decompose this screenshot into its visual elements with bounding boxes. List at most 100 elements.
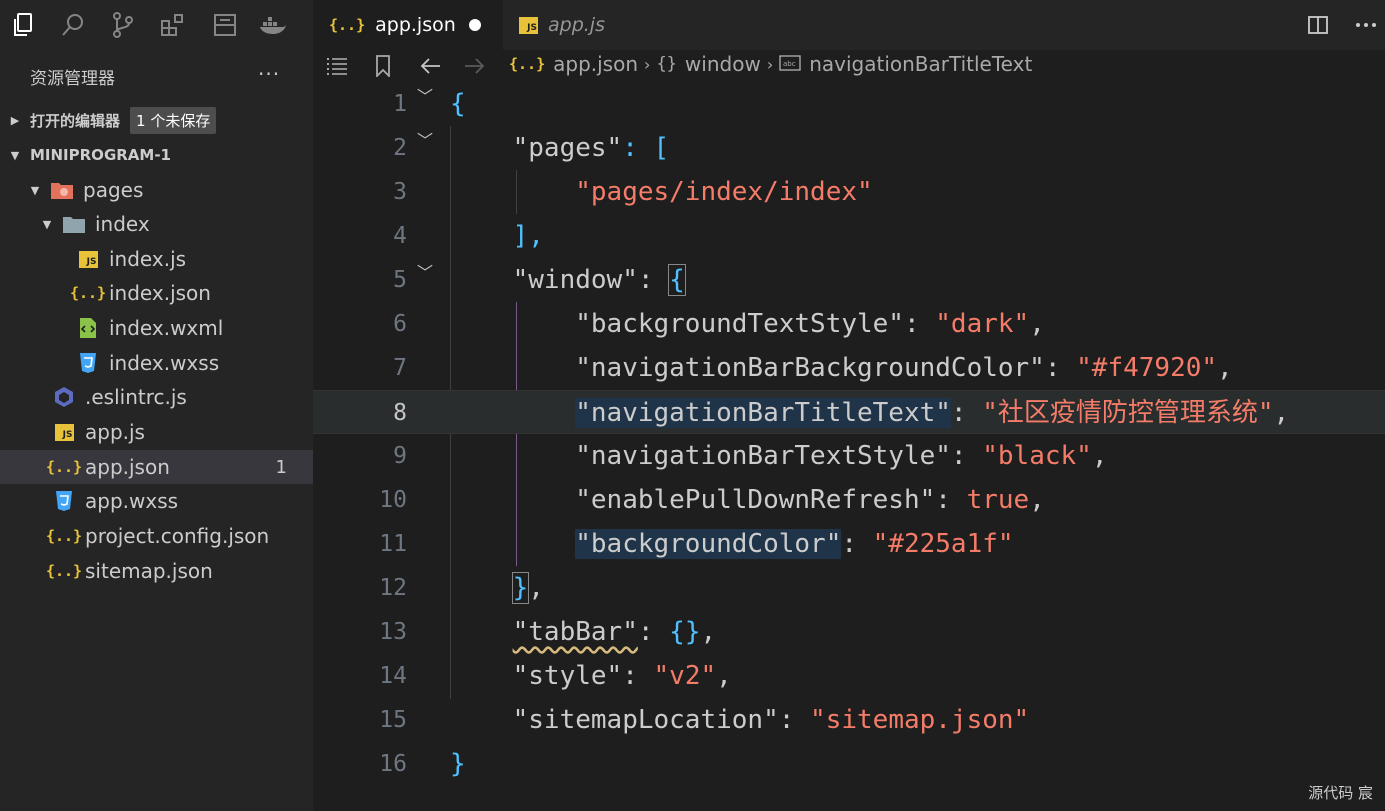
fold-chevron-icon[interactable]: ﹀ (417, 126, 433, 156)
tree-item-label: app.json (85, 455, 170, 479)
json-boolean: true (966, 485, 1030, 515)
breadcrumb-object[interactable]: window (685, 52, 761, 76)
tree-item-index-wxml[interactable]: index.wxml (0, 311, 313, 345)
code-line: 15 "sitemapLocation": "sitemap.json" (313, 698, 1385, 742)
search-icon[interactable] (58, 10, 88, 40)
tree-item-pages[interactable]: ▼ pages (0, 173, 313, 207)
css-icon (76, 351, 100, 375)
explorer-sidebar: 资源管理器 ··· ▶ 打开的编辑器 1 个未保存 ▼ MINIPROGRAM-… (0, 50, 313, 811)
code-line: 7 "navigationBarBackgroundColor": "#f479… (313, 346, 1385, 390)
json-key: "backgroundTextStyle" (575, 309, 904, 339)
code-text: "sitemapLocation": "sitemap.json" (512, 705, 1030, 735)
remote-explorer-icon[interactable] (210, 10, 240, 40)
json-badge: {..} (45, 458, 83, 476)
punct: : (637, 617, 670, 647)
docker-icon[interactable] (258, 10, 288, 40)
forward-arrow-icon[interactable] (463, 54, 487, 78)
code-line: 9 "navigationBarTextStyle": "black", (313, 434, 1385, 478)
tab-app-js[interactable]: JS app.js (503, 0, 691, 50)
tree-item-app-json[interactable]: {..} app.json 1 (0, 450, 313, 484)
tree-item-label: pages (83, 178, 144, 202)
tree-item-label: index.wxss (109, 351, 220, 375)
more-actions-icon[interactable] (1353, 12, 1379, 38)
code-line: 5 ﹀ "window": { (313, 258, 1385, 302)
code-text: } (450, 742, 466, 786)
folder-pages-icon (50, 178, 74, 202)
json-string: "sitemap.json" (810, 705, 1030, 735)
brace: { (450, 89, 466, 119)
eslint-icon (52, 385, 76, 409)
more-actions-button[interactable]: ··· (258, 62, 280, 86)
fold-chevron-icon[interactable]: ﹀ (417, 258, 433, 288)
tab-app-json[interactable]: {..} app.json (313, 0, 503, 50)
chevron-right-icon: › (766, 54, 774, 74)
chevron-down-icon: ▼ (42, 217, 52, 231)
code-text: "enablePullDownRefresh": true, (575, 485, 1045, 515)
bookmark-icon[interactable] (371, 54, 395, 78)
open-editors-section[interactable]: ▶ 打开的编辑器 1 个未保存 (0, 102, 313, 138)
chevron-right-icon: › (644, 54, 651, 74)
breadcrumb-bar: {..} app.json › {} window › abc navigati… (313, 50, 1385, 82)
json-key: "enablePullDownRefresh" (575, 485, 936, 515)
code-text: "navigationBarBackgroundColor": "#f47920… (575, 353, 1233, 383)
json-icon: {..} (46, 559, 82, 583)
json-string: "#225a1f" (872, 529, 1014, 559)
tree-item-sitemap[interactable]: {..} sitemap.json (0, 554, 313, 588)
tree-item-label: index (95, 212, 150, 236)
string-icon: abc (779, 52, 801, 76)
tree-item-label: .eslintrc.js (85, 385, 187, 409)
json-key: "navigationBarBackgroundColor" (575, 353, 1045, 383)
tree-item-project-config[interactable]: {..} project.config.json (0, 519, 313, 553)
chevron-right-icon: ▶ (10, 113, 20, 127)
json-icon: {..} (46, 455, 82, 479)
tree-item-index-js[interactable]: JS index.js (0, 242, 313, 276)
code-line: 12 }, (313, 566, 1385, 610)
tree-item-index-json[interactable]: {..} index.json (0, 276, 313, 310)
json-badge: {..} (45, 562, 83, 580)
unsaved-dot-icon[interactable] (469, 19, 481, 31)
tree-item-index-wxss[interactable]: index.wxss (0, 346, 313, 380)
outline-list-icon[interactable] (325, 54, 349, 78)
tree-item-index-folder[interactable]: ▼ index (0, 207, 313, 241)
breadcrumb-file[interactable]: app.json (553, 52, 638, 76)
json-key-warning: "tabBar" (512, 617, 638, 647)
json-string: "black" (982, 441, 1092, 471)
code-line: 14 "style": "v2", (313, 654, 1385, 698)
json-key: "navigationBarTitleText" (575, 398, 951, 428)
js-badge: JS (78, 250, 98, 268)
code-line-current: 8 "navigationBarTitleText": "社区疫情防控管理系统"… (313, 390, 1385, 434)
chevron-down-icon: ▼ (10, 148, 20, 162)
line-number: 13 (379, 619, 407, 645)
problem-count: 1 (275, 456, 287, 478)
tree-item-app-js[interactable]: JS app.js (0, 415, 313, 449)
fold-chevron-icon[interactable]: ﹀ (417, 82, 433, 112)
line-number: 15 (379, 707, 407, 733)
open-editors-label: 打开的编辑器 (30, 111, 121, 130)
code-line: 6 "backgroundTextStyle": "dark", (313, 302, 1385, 346)
code-editor[interactable]: 1 ﹀ { 2 ﹀ "pages": [ 3 "pages/index/inde… (313, 82, 1385, 811)
json-string: "pages/index/index" (575, 177, 873, 207)
json-key: "backgroundColor" (575, 529, 842, 559)
tree-item-app-wxss[interactable]: app.wxss (0, 484, 313, 518)
tree-item-eslintrc[interactable]: .eslintrc.js (0, 380, 313, 414)
tree-item-label: index.js (109, 247, 187, 271)
code-text: "style": "v2", (512, 661, 732, 691)
json-key: "window" (512, 265, 638, 295)
explorer-icon[interactable] (8, 10, 38, 40)
breadcrumb-property[interactable]: navigationBarTitleText (809, 52, 1032, 76)
split-editor-icon[interactable] (1305, 12, 1331, 38)
line-number: 7 (393, 355, 407, 381)
source-control-icon[interactable] (108, 10, 138, 40)
json-string: "v2" (653, 661, 717, 691)
brace: { (668, 264, 686, 296)
extensions-icon[interactable] (158, 10, 188, 40)
project-section[interactable]: ▼ MINIPROGRAM-1 (0, 137, 313, 173)
code-text: "pages": [ (450, 126, 670, 170)
line-number: 11 (379, 531, 407, 557)
code-text: "navigationBarTextStyle": "black", (575, 441, 1108, 471)
folder-icon (62, 212, 86, 236)
back-arrow-icon[interactable] (418, 54, 442, 78)
code-text: "tabBar": {}, (512, 617, 717, 647)
unsaved-badge: 1 个未保存 (130, 106, 217, 134)
line-number: 5 (393, 267, 407, 293)
